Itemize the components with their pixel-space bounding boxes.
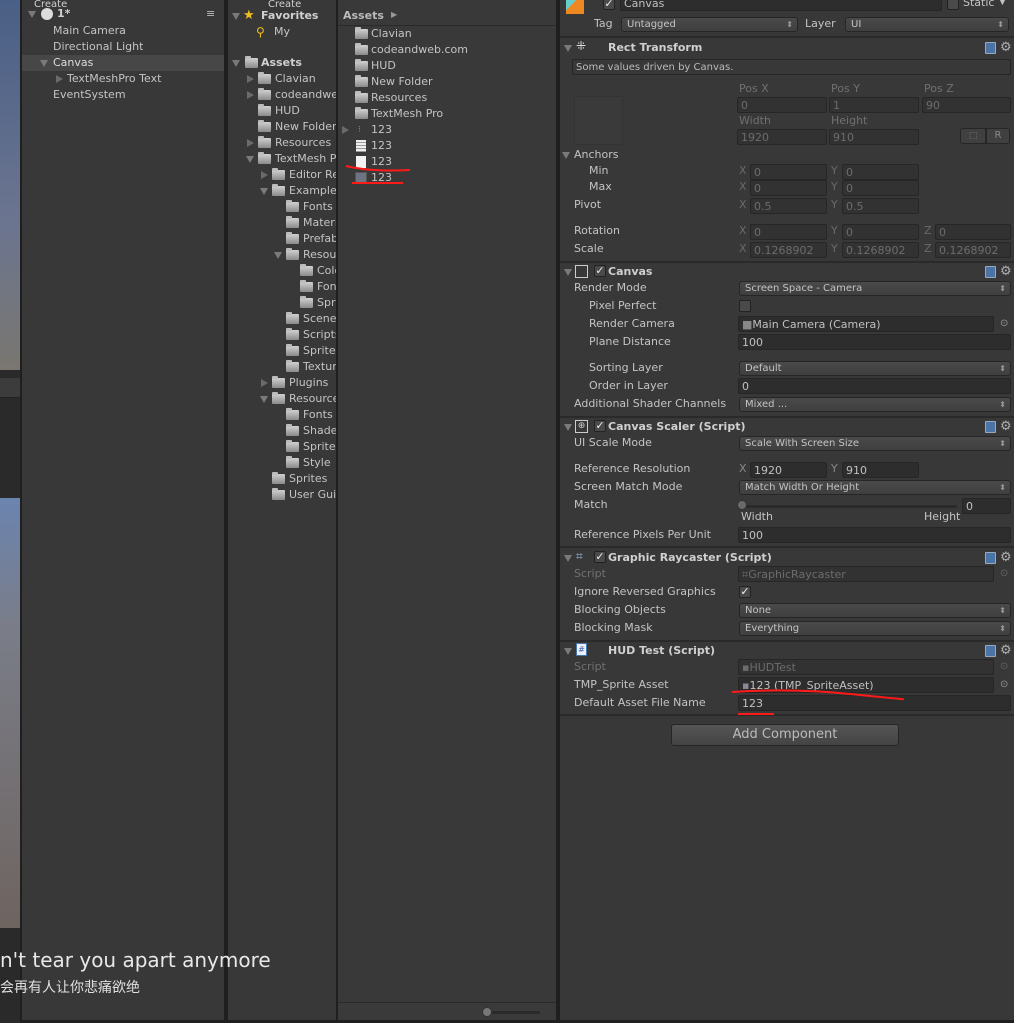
red-underline (345, 165, 411, 172)
red-underline-annotations (345, 165, 904, 715)
subtitle-english: n't tear you apart anymore (0, 948, 271, 972)
subtitle-chinese: 会再有人让你悲痛欲绝 (0, 980, 140, 996)
red-underline (731, 689, 904, 701)
